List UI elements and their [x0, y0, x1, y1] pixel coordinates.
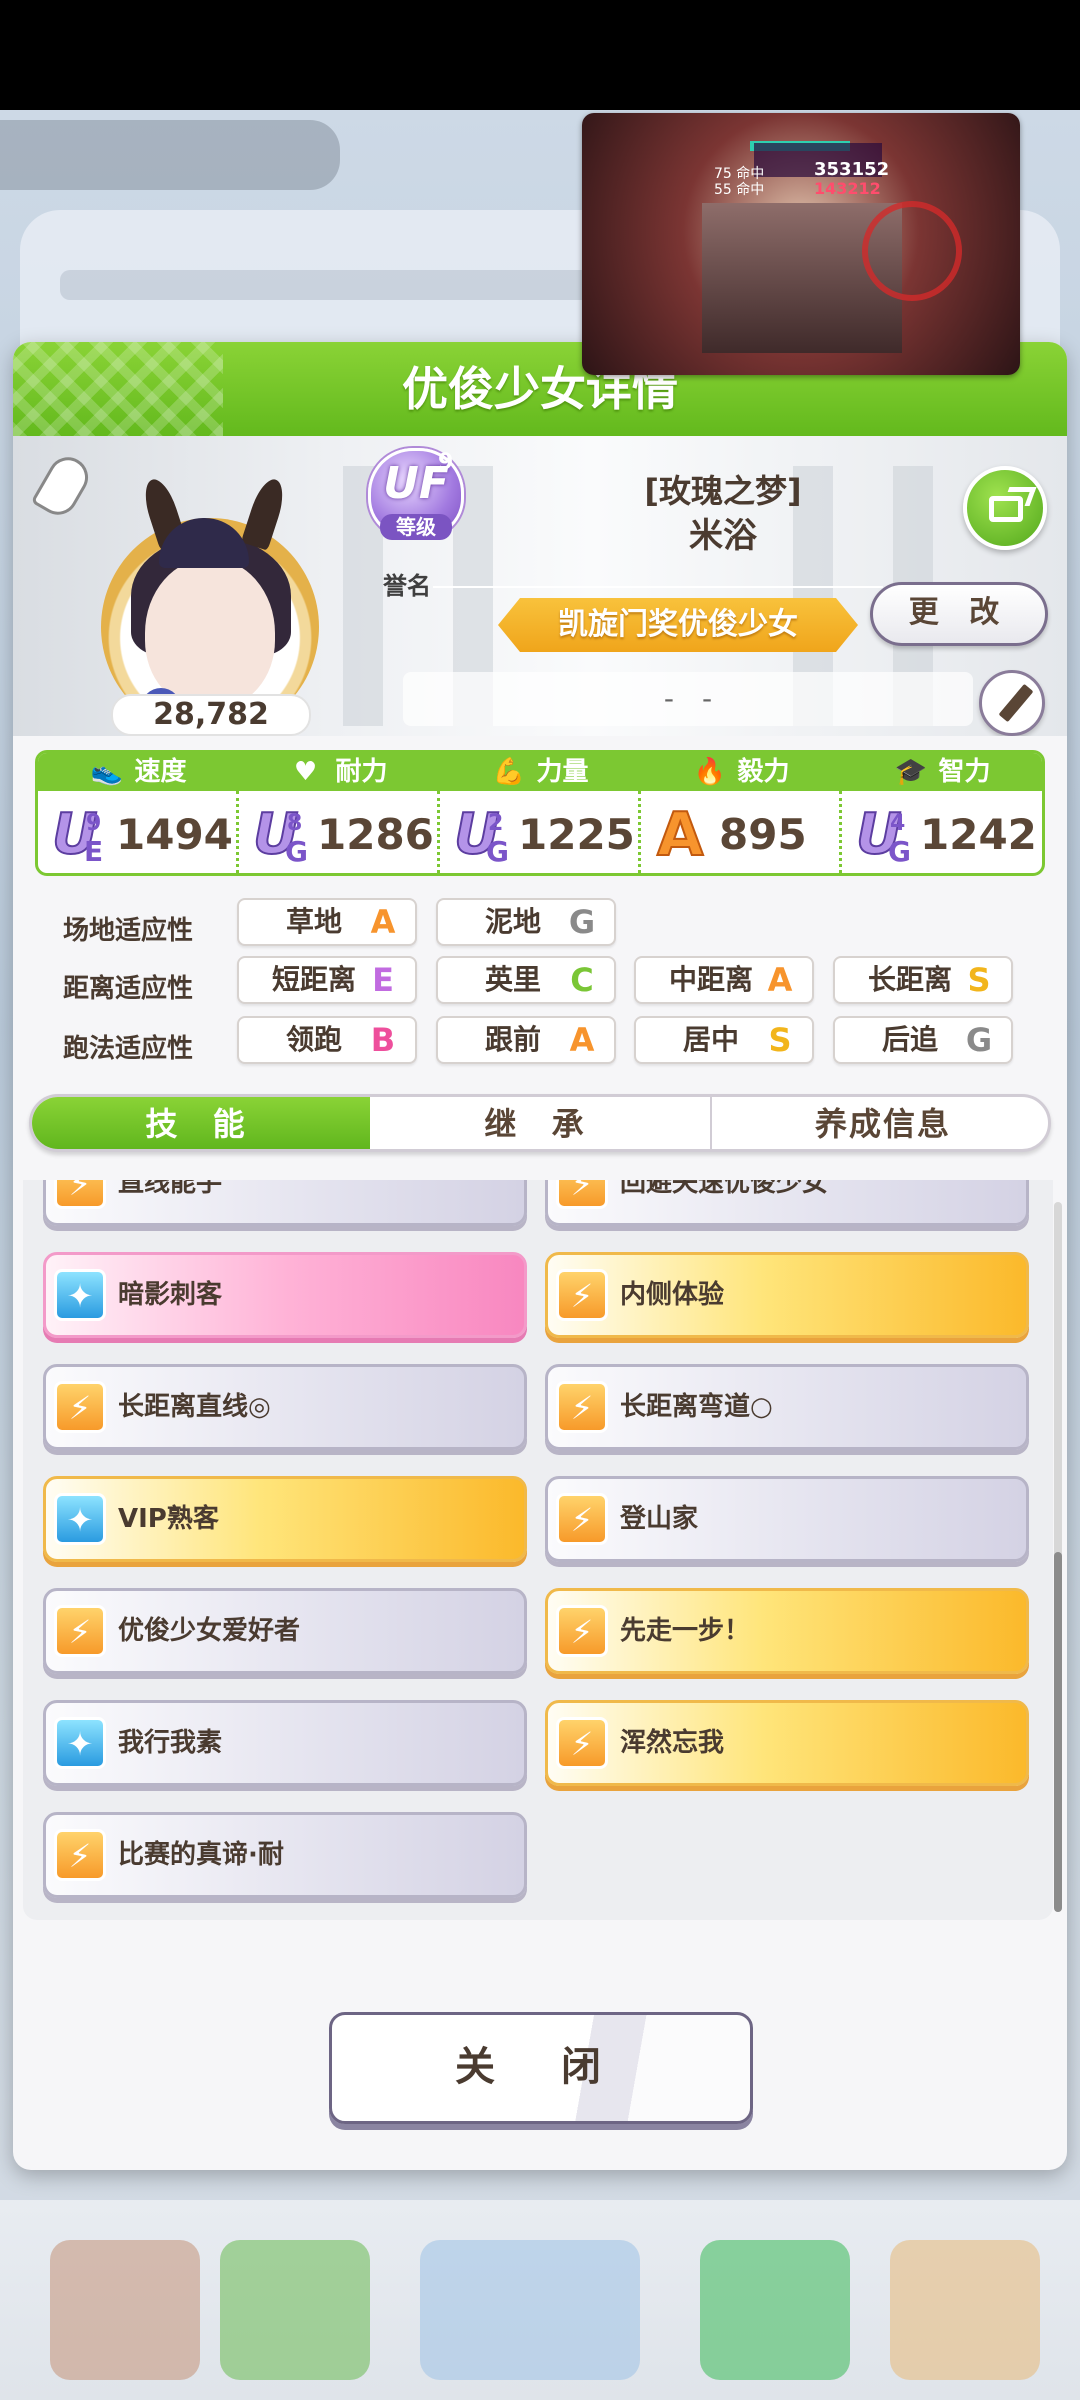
- skill-list[interactable]: ⚡ 直线能手 ⚡ 回避失速优俊少女 ✦ 暗影刺客 ⚡ 内侧体验 ⚡ 长距离直线◎ ⚡ 长距离…: [23, 1180, 1053, 1920]
- rank-label: 誉名: [383, 572, 431, 600]
- apt-chip: 短距离 E: [237, 956, 417, 1004]
- speed-skill-icon: ⚡: [54, 1180, 106, 1209]
- pencil-icon: [998, 683, 1034, 723]
- skill-card[interactable]: ⚡ 先走一步！: [545, 1588, 1029, 1674]
- speed-skill-icon: ⚡: [54, 1605, 106, 1657]
- sparkle-skill-icon: ✦: [54, 1493, 106, 1545]
- title-ribbon: 凯旋门奖优俊少女: [498, 598, 858, 652]
- stat-stamina: ♥ 耐力 U8G 1286: [239, 753, 440, 873]
- skill-card[interactable]: ✦ VIP熟客: [43, 1476, 527, 1562]
- speed-skill-icon: ⚡: [556, 1269, 608, 1321]
- edit-comment-button[interactable]: [979, 670, 1045, 736]
- grade-badge: U4G: [855, 802, 911, 869]
- grade-badge: U9E: [51, 802, 104, 869]
- change-title-button[interactable]: 更 改: [870, 582, 1048, 646]
- skill-card[interactable]: ⚡ 长距离弯道○: [545, 1364, 1029, 1450]
- skill-card[interactable]: ⚡ 直线能手: [43, 1180, 527, 1226]
- apt-chip: 跟前 A: [436, 1016, 616, 1064]
- speed-skill-icon: ⚡: [556, 1493, 608, 1545]
- profile-panel: 28,782 UF 9 等级 誉名 [玫瑰之梦] 米浴 凯旋门奖优俊少女 更 改…: [13, 436, 1067, 736]
- speed-skill-icon: ⚡: [54, 1829, 106, 1881]
- rank-badge: UF 9 等级: [358, 448, 474, 550]
- skill-card[interactable]: ⚡ 内侧体验: [545, 1252, 1029, 1338]
- stat-value: 1225: [518, 810, 635, 859]
- character-name: 米浴: [689, 516, 757, 556]
- stat-wisdom: 🎓 智力 U4G 1242: [842, 753, 1042, 873]
- skill-card[interactable]: ✦ 暗影刺客: [43, 1252, 527, 1338]
- scrollbar-thumb[interactable]: [1054, 1552, 1062, 1912]
- stats-panel: 👟 速度 U9E 1494 ♥ 耐力 U8G 1286 💪 力量 U2G 1225 🔥…: [35, 750, 1045, 876]
- stat-value: 1242: [920, 810, 1037, 859]
- stat-power: 💪 力量 U2G 1225: [440, 753, 641, 873]
- stat-value: 1286: [317, 810, 434, 859]
- fan-count: 28,782: [111, 694, 311, 736]
- pip-score: 353152: [814, 159, 890, 180]
- stat-guts: 🔥 毅力 A 895: [641, 753, 842, 873]
- speed-skill-icon: ⚡: [556, 1381, 608, 1433]
- stat-speed: 👟 速度 U9E 1494: [38, 753, 239, 873]
- skill-card[interactable]: ⚡ 长距离直线◎: [43, 1364, 527, 1450]
- apt-chip: 领跑 B: [237, 1016, 417, 1064]
- speed-skill-icon: ⚡: [556, 1605, 608, 1657]
- skill-card[interactable]: ⚡ 浑然忘我: [545, 1700, 1029, 1786]
- graduation-cap-icon: 🎓: [894, 757, 927, 787]
- carrot-icon: [30, 450, 96, 522]
- tab-training-info[interactable]: 养成信息: [712, 1097, 1048, 1149]
- stat-value: 1494: [116, 810, 233, 859]
- character-detail-modal: 优俊少女详情 28,782 UF 9 等级 誉名 [玫瑰之梦] 米浴 凯旋门奖优…: [13, 342, 1067, 2170]
- skill-card[interactable]: ⚡ 回避失速优俊少女: [545, 1180, 1029, 1226]
- character-title: [玫瑰之梦]: [644, 472, 802, 510]
- skill-card[interactable]: ⚡ 登山家: [545, 1476, 1029, 1562]
- heart-icon: ♥: [293, 757, 318, 787]
- comment-field: - -: [403, 672, 973, 726]
- grade-badge: A: [656, 800, 704, 870]
- skill-card[interactable]: ⚡ 优俊少女爱好者: [43, 1588, 527, 1674]
- tab-inheritance[interactable]: 继 承: [370, 1097, 712, 1149]
- speed-skill-icon: ⚡: [556, 1717, 608, 1769]
- sparkle-skill-icon: ✦: [54, 1717, 106, 1769]
- sparkle-skill-icon: ✦: [54, 1269, 106, 1321]
- share-icon: [989, 496, 1023, 522]
- grade-badge: U8G: [252, 802, 308, 869]
- shoe-icon: 👟: [90, 757, 123, 787]
- apt-chip: 草地 A: [237, 898, 417, 946]
- stat-value: 895: [719, 810, 807, 859]
- picture-in-picture-video[interactable]: 353152 143212 75 命中 55 命中: [582, 113, 1020, 375]
- skill-card[interactable]: ✦ 我行我素: [43, 1700, 527, 1786]
- apt-chip: 英里 C: [436, 956, 616, 1004]
- apt-chip: 后追 G: [833, 1016, 1013, 1064]
- bottom-nav-blurred: [0, 2200, 1080, 2400]
- distance-aptitude-label: 距离适应性: [63, 974, 194, 1004]
- close-button[interactable]: 关 闭: [329, 2012, 753, 2124]
- muscle-icon: 💪: [492, 757, 525, 787]
- apt-chip: 泥地 G: [436, 898, 616, 946]
- pip-score-2: 143212: [814, 179, 881, 198]
- track-aptitude-label: 场地适应性: [63, 916, 194, 946]
- skill-card[interactable]: ⚡ 比赛的真谛·耐: [43, 1812, 527, 1898]
- share-button[interactable]: [963, 466, 1047, 550]
- apt-chip: 中距离 A: [634, 956, 814, 1004]
- apt-chip: 长距离 S: [833, 956, 1013, 1004]
- tab-skills[interactable]: 技 能: [32, 1097, 370, 1149]
- apt-chip: 居中 S: [634, 1016, 814, 1064]
- speed-skill-icon: ⚡: [54, 1381, 106, 1433]
- speed-skill-icon: ⚡: [556, 1180, 608, 1209]
- detail-tabs: 技 能 继 承 养成信息: [29, 1094, 1051, 1152]
- flame-icon: 🔥: [693, 757, 726, 787]
- style-aptitude-label: 跑法适应性: [63, 1034, 194, 1064]
- grade-badge: U2G: [453, 802, 509, 869]
